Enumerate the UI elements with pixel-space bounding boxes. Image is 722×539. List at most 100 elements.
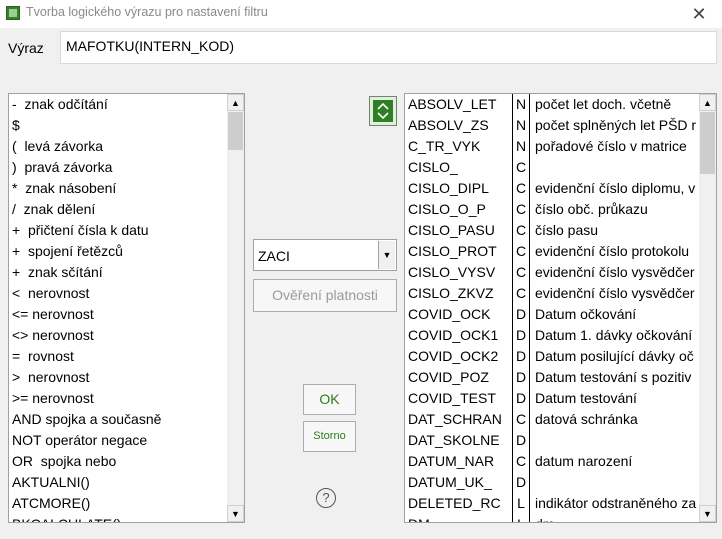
field-name: DAT_SKOLNE	[408, 430, 513, 451]
operator-list-scrollbar[interactable]: ▲ ▼	[227, 94, 244, 522]
field-name: CISLO_	[408, 157, 513, 178]
operator-item[interactable]: BKCALCULATE()	[9, 514, 161, 522]
cancel-button[interactable]: Storno	[303, 421, 356, 452]
operator-item[interactable]: = rovnost	[9, 346, 161, 367]
field-name: COVID_TEST	[408, 388, 513, 409]
field-type: N	[513, 115, 530, 136]
field-name: ABSOLV_LET	[408, 94, 513, 115]
field-description: datum narození	[535, 453, 633, 469]
field-description: počet splněných let PŠD r	[535, 117, 697, 133]
field-type: D	[513, 325, 530, 346]
field-type: C	[513, 199, 530, 220]
table-select[interactable]: ZACI ▼	[253, 239, 397, 271]
field-name: CISLO_PROT	[408, 241, 513, 262]
updown-chevrons-icon	[373, 100, 393, 122]
field-name: CISLO_O_P	[408, 199, 513, 220]
field-type: C	[513, 283, 530, 304]
field-type: D	[513, 388, 530, 409]
window-title: Tvorba logického výrazu pro nastavení fi…	[26, 5, 268, 19]
app-icon	[6, 6, 20, 20]
move-updown-button[interactable]	[369, 96, 397, 126]
field-name: DATUM_NAR	[408, 451, 513, 472]
operator-item[interactable]: / znak dělení	[9, 199, 161, 220]
field-description: evidenční číslo diplomu, v	[535, 180, 696, 196]
field-type: D	[513, 304, 530, 325]
field-type: L	[513, 493, 530, 514]
scroll-down-arrow-icon[interactable]: ▼	[699, 505, 716, 522]
scroll-thumb[interactable]	[228, 112, 243, 150]
operator-item[interactable]: <= nerovnost	[9, 304, 161, 325]
field-type: L	[513, 514, 530, 522]
operator-item[interactable]: + přičtení čísla k datu	[9, 220, 161, 241]
operator-item[interactable]: >= nerovnost	[9, 388, 161, 409]
operator-item[interactable]: + znak sčítání	[9, 262, 161, 283]
field-type: C	[513, 451, 530, 472]
field-name: ABSOLV_ZS	[408, 115, 513, 136]
field-type: N	[513, 136, 530, 157]
field-name: COVID_OCK2	[408, 346, 513, 367]
ok-button[interactable]: OK	[303, 384, 356, 415]
field-name: COVID_OCK1	[408, 325, 513, 346]
field-description: Datum testování s pozitiv	[535, 369, 692, 385]
field-type: C	[513, 262, 530, 283]
field-description: Datum testování	[535, 390, 637, 406]
field-name: DAT_SCHRAN	[408, 409, 513, 430]
field-type: D	[513, 346, 530, 367]
field-description: číslo pasu	[535, 222, 599, 238]
scroll-up-arrow-icon[interactable]: ▲	[227, 94, 244, 111]
field-type: N	[513, 94, 530, 115]
field-name: CISLO_ZKVZ	[408, 283, 513, 304]
field-description	[535, 430, 700, 451]
field-description: indikátor odstraněného za	[535, 495, 697, 511]
field-description: počet let doch. včetně	[535, 96, 672, 112]
field-type: C	[513, 220, 530, 241]
field-description: Datum posilující dávky oč	[535, 348, 694, 364]
operator-item[interactable]: NOT operátor negace	[9, 430, 161, 451]
field-description: pořadové číslo v matrice	[535, 138, 687, 154]
operator-item[interactable]: ) pravá závorka	[9, 157, 161, 178]
field-name: CISLO_VYSV	[408, 262, 513, 283]
scroll-thumb[interactable]	[700, 112, 715, 174]
field-list[interactable]: ABSOLV_LET Npočet let doch. včetně ABSOLV_…	[404, 93, 717, 523]
operator-item[interactable]: + spojení řetězců	[9, 241, 161, 262]
field-name: COVID_POZ	[408, 367, 513, 388]
field-name: DATUM_UK_	[408, 472, 513, 493]
field-description	[535, 157, 700, 178]
help-icon[interactable]: ?	[316, 488, 336, 508]
operator-item[interactable]: OR spojka nebo	[9, 451, 161, 472]
field-name: DM	[408, 514, 513, 522]
scroll-up-arrow-icon[interactable]: ▲	[699, 94, 716, 111]
operator-item[interactable]: $	[9, 115, 161, 136]
operator-item[interactable]: ATCMORE()	[9, 493, 161, 514]
field-name: C_TR_VYK	[408, 136, 513, 157]
expression-input[interactable]: MAFOTKU(INTERN_KOD)	[60, 31, 717, 64]
operator-item[interactable]: AKTUALNI()	[9, 472, 161, 493]
field-name: CISLO_DIPL	[408, 178, 513, 199]
operator-item[interactable]: * znak násobení	[9, 178, 161, 199]
operator-item[interactable]: - znak odčítání	[9, 94, 161, 115]
field-description: dm ...	[535, 514, 700, 522]
operator-item[interactable]: < nerovnost	[9, 283, 161, 304]
table-select-value: ZACI	[258, 248, 290, 264]
field-list-scrollbar[interactable]: ▲ ▼	[699, 94, 716, 522]
field-description: datová schránka	[535, 411, 638, 427]
verify-validity-button[interactable]: Ověření platnosti	[253, 279, 397, 312]
field-type: C	[513, 241, 530, 262]
field-description: evidenční číslo vysvědčer	[535, 285, 695, 301]
field-description	[535, 472, 700, 493]
field-type: D	[513, 430, 530, 451]
dropdown-arrow-icon[interactable]: ▼	[378, 241, 395, 269]
scroll-down-arrow-icon[interactable]: ▼	[227, 505, 244, 522]
field-name: COVID_OCK	[408, 304, 513, 325]
operator-item[interactable]: > nerovnost	[9, 367, 161, 388]
close-button[interactable]: ✕	[676, 0, 722, 28]
field-type: C	[513, 157, 530, 178]
operator-list[interactable]: - znak odčítání $( levá závorka) pravá zá…	[8, 93, 245, 523]
field-name: DELETED_RC	[408, 493, 513, 514]
field-type: D	[513, 472, 530, 493]
field-description: číslo obč. průkazu	[535, 201, 648, 217]
operator-item[interactable]: AND spojka a současně	[9, 409, 161, 430]
operator-item[interactable]: ( levá závorka	[9, 136, 161, 157]
field-description: Datum očkování	[535, 306, 637, 322]
operator-item[interactable]: <> nerovnost	[9, 325, 161, 346]
